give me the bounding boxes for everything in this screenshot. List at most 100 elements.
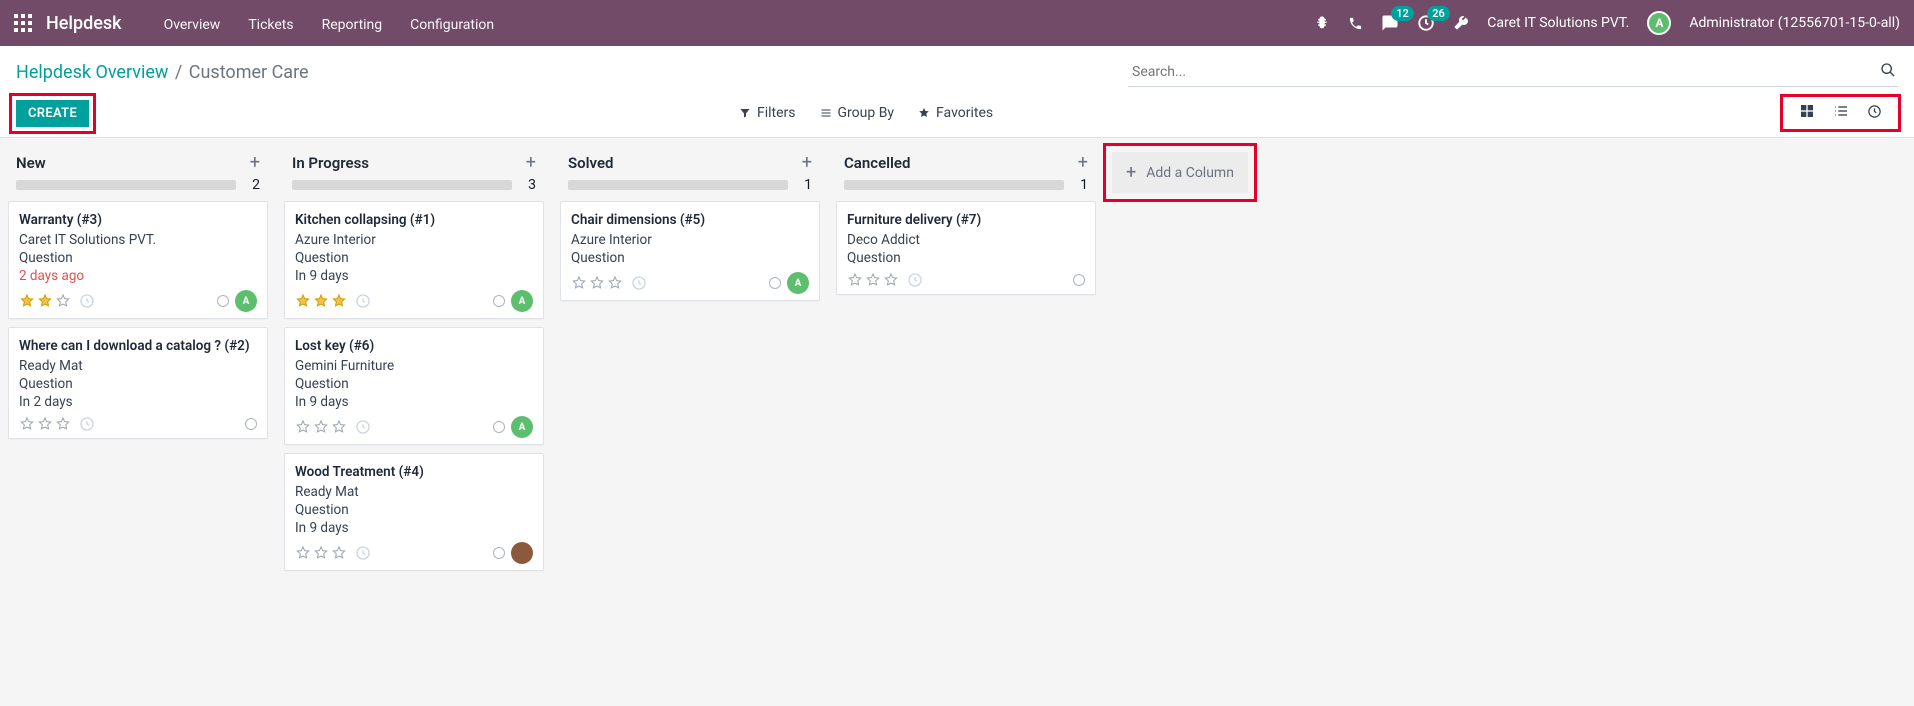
favorites-button[interactable]: Favorites	[918, 105, 993, 121]
kanban-board: New +2 Warranty (#3) Caret IT Solutions PVT…	[0, 138, 1914, 706]
activity-view-button[interactable]	[1867, 104, 1882, 123]
kanban-card[interactable]: Lost key (#6) Gemini Furniture Question In …	[284, 327, 544, 445]
column-count: 3	[520, 177, 536, 193]
view-switch-highlight	[1783, 97, 1898, 129]
column-progress[interactable]	[292, 180, 512, 190]
kanban-card[interactable]: Kitchen collapsing (#1) Azure Interior Que…	[284, 201, 544, 319]
search-box	[1128, 58, 1898, 87]
card-title: Kitchen collapsing (#1)	[295, 212, 533, 228]
column-title[interactable]: In Progress	[292, 154, 369, 172]
assignee-avatar[interactable]: A	[235, 290, 257, 312]
kanban-card[interactable]: Warranty (#3) Caret IT Solutions PVT. Ques…	[8, 201, 268, 319]
card-customer: Gemini Furniture	[295, 358, 533, 374]
column-title[interactable]: New	[16, 154, 46, 172]
activity-icon[interactable]: 26	[1417, 14, 1435, 32]
priority-stars[interactable]	[295, 293, 371, 309]
assignee-avatar[interactable]: A	[511, 290, 533, 312]
add-column-highlight: +Add a Column	[1112, 152, 1248, 193]
kanban-column: Cancelled +1 Furniture delivery (#7)Deco A…	[828, 148, 1104, 303]
brand[interactable]: Helpdesk	[46, 13, 122, 34]
kanban-state-dot[interactable]	[217, 295, 229, 307]
phone-icon[interactable]	[1348, 16, 1363, 31]
card-type: Question	[295, 250, 533, 266]
kanban-state-dot[interactable]	[769, 277, 781, 289]
avatar[interactable]: A	[1647, 11, 1671, 35]
groupby-button[interactable]: Group By	[820, 105, 895, 121]
kanban-card[interactable]: Wood Treatment (#4)Ready MatQuestionIn 9…	[284, 453, 544, 571]
nav-link-overview[interactable]: Overview	[150, 17, 235, 33]
kanban-state-dot[interactable]	[493, 295, 505, 307]
add-column-button[interactable]: +Add a Column	[1112, 152, 1248, 193]
kanban-card[interactable]: Furniture delivery (#7)Deco AddictQuesti…	[836, 201, 1096, 295]
card-customer: Caret IT Solutions PVT.	[19, 232, 257, 248]
card-title: Where can I download a catalog ? (#2)	[19, 338, 257, 354]
assignee-avatar[interactable]: A	[511, 416, 533, 438]
kanban-state-dot[interactable]	[493, 547, 505, 559]
column-title[interactable]: Cancelled	[844, 154, 910, 172]
column-quick-create[interactable]: +	[1078, 152, 1088, 173]
card-title: Furniture delivery (#7)	[847, 212, 1085, 228]
kanban-state-dot[interactable]	[493, 421, 505, 433]
apps-icon[interactable]	[14, 14, 32, 32]
breadcrumb: Helpdesk Overview / Customer Care	[16, 62, 309, 83]
nav-link-tickets[interactable]: Tickets	[234, 17, 307, 33]
card-due: In 9 days	[295, 268, 533, 284]
company-name[interactable]: Caret IT Solutions PVT.	[1487, 15, 1629, 31]
column-quick-create[interactable]: +	[802, 152, 812, 173]
search-icon[interactable]	[1880, 62, 1896, 82]
card-customer: Azure Interior	[571, 232, 809, 248]
kanban-card[interactable]: Where can I download a catalog ? (#2)Rea…	[8, 327, 268, 439]
card-title: Warranty (#3)	[19, 212, 257, 228]
user-name[interactable]: Administrator (12556701-15-0-all)	[1689, 15, 1900, 31]
breadcrumb-current: Customer Care	[189, 62, 309, 83]
list-view-button[interactable]	[1833, 103, 1849, 123]
card-type: Question	[847, 250, 1085, 266]
card-type: Question	[19, 250, 257, 266]
priority-stars[interactable]	[295, 545, 371, 561]
filters-button[interactable]: Filters	[739, 105, 796, 121]
priority-stars[interactable]	[847, 272, 923, 288]
nav-left: Helpdesk OverviewTicketsReportingConfigu…	[14, 13, 508, 34]
kanban-column: Solved +1 Chair dimensions (#5) Azure Inter…	[552, 148, 828, 309]
card-type: Question	[19, 376, 257, 392]
assignee-avatar[interactable]	[511, 542, 533, 564]
breadcrumb-root[interactable]: Helpdesk Overview	[16, 62, 168, 83]
column-progress[interactable]	[568, 180, 788, 190]
card-title: Chair dimensions (#5)	[571, 212, 809, 228]
chat-icon[interactable]: 12	[1381, 14, 1399, 32]
create-button[interactable]: CREATE	[16, 100, 89, 127]
column-progress[interactable]	[16, 180, 236, 190]
assignee-avatar[interactable]: A	[787, 272, 809, 294]
plus-icon: +	[1126, 162, 1136, 183]
card-type: Question	[295, 502, 533, 518]
column-title[interactable]: Solved	[568, 154, 613, 172]
priority-stars[interactable]	[19, 293, 95, 309]
card-due: In 2 days	[19, 394, 257, 410]
column-count: 1	[1072, 177, 1088, 193]
search-input[interactable]	[1128, 58, 1898, 87]
search-options: Filters Group By Favorites	[739, 105, 993, 121]
card-type: Question	[571, 250, 809, 266]
card-title: Lost key (#6)	[295, 338, 533, 354]
card-customer: Azure Interior	[295, 232, 533, 248]
kanban-view-button[interactable]	[1799, 103, 1815, 123]
card-type: Question	[295, 376, 533, 392]
kanban-card[interactable]: Chair dimensions (#5) Azure Interior Quest…	[560, 201, 820, 301]
column-progress[interactable]	[844, 180, 1064, 190]
kanban-state-dot[interactable]	[245, 418, 257, 430]
nav-link-configuration[interactable]: Configuration	[396, 17, 508, 33]
wrench-icon[interactable]	[1453, 15, 1469, 31]
bug-icon[interactable]	[1314, 15, 1330, 31]
card-due: In 9 days	[295, 394, 533, 410]
control-panel: Helpdesk Overview / Customer Care CREATE…	[0, 46, 1914, 138]
column-count: 2	[244, 177, 260, 193]
column-count: 1	[796, 177, 812, 193]
nav-link-reporting[interactable]: Reporting	[308, 17, 397, 33]
column-quick-create[interactable]: +	[250, 152, 260, 173]
column-quick-create[interactable]: +	[526, 152, 536, 173]
card-due: 2 days ago	[19, 268, 257, 284]
priority-stars[interactable]	[295, 419, 371, 435]
priority-stars[interactable]	[19, 416, 95, 432]
kanban-state-dot[interactable]	[1073, 274, 1085, 286]
priority-stars[interactable]	[571, 275, 647, 291]
